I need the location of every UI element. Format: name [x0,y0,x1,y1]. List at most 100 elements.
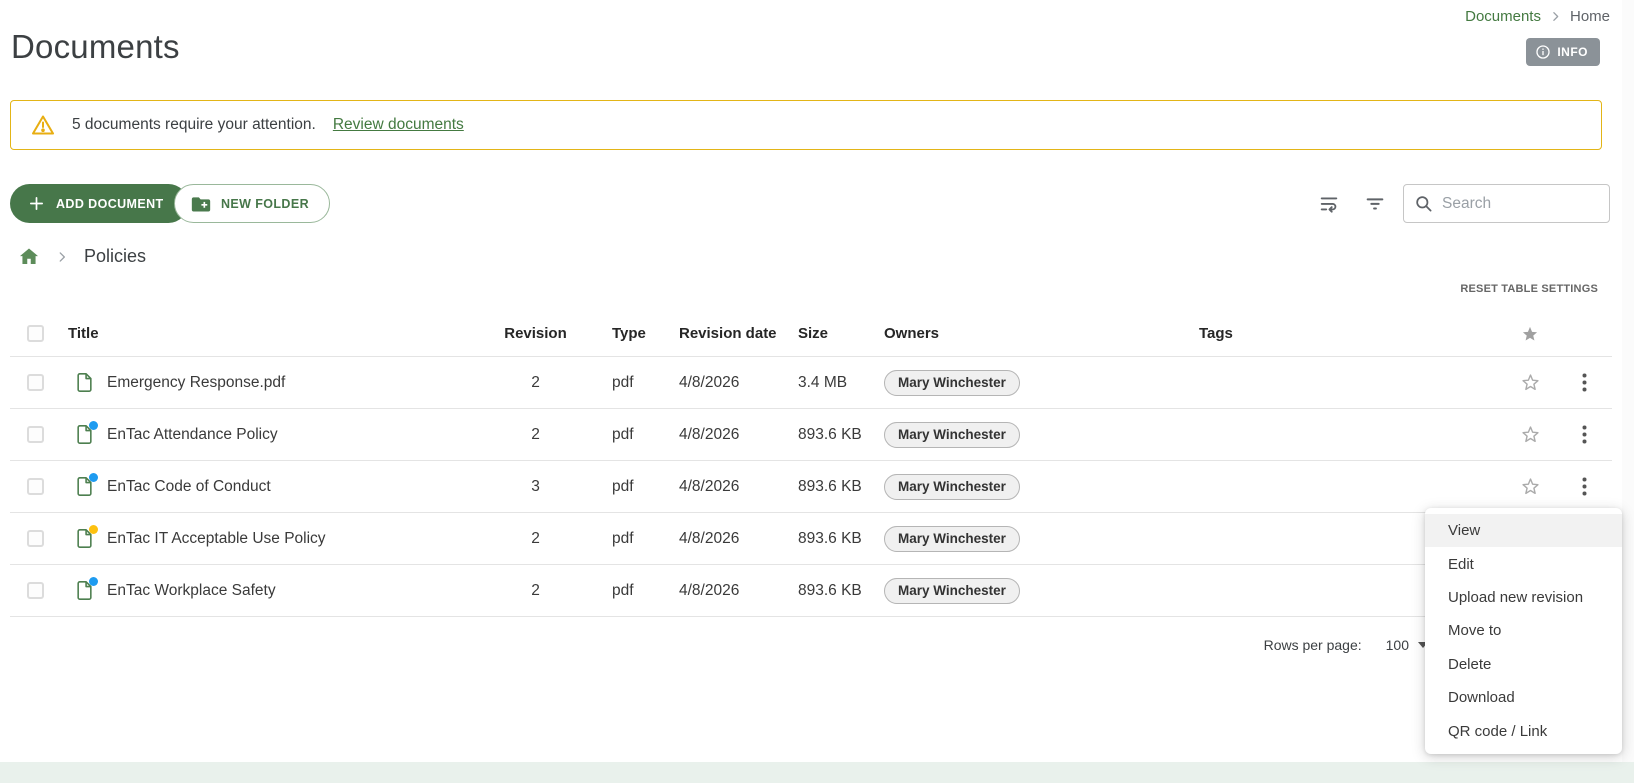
revision-cell: 3 [488,478,583,496]
column-header-favorite[interactable] [1504,324,1556,344]
table-row: EnTac Attendance Policy 2 pdf 4/8/2026 8… [10,409,1612,461]
info-icon [1535,44,1551,60]
menu-item-edit[interactable]: Edit [1425,547,1622,580]
new-folder-label: NEW FOLDER [221,197,309,211]
column-header-owners[interactable]: Owners [864,325,1180,342]
favorite-button[interactable] [1516,368,1545,397]
row-checkbox[interactable] [27,374,44,391]
owner-chip[interactable]: Mary Winchester [884,578,1020,604]
column-header-title[interactable]: Title [58,325,488,342]
chevron-right-icon [1549,10,1562,23]
folder-plus-icon [191,195,211,213]
document-title[interactable]: EnTac Attendance Policy [107,426,278,444]
kebab-icon [1582,373,1587,392]
wrap-text-toggle-button[interactable] [1312,186,1346,220]
menu-item-move-to[interactable]: Move to [1425,614,1622,647]
file-icon [75,528,94,549]
menu-item-upload-new-revision[interactable]: Upload new revision [1425,581,1622,614]
file-icon [75,424,94,445]
star-outline-icon [1520,476,1541,497]
favorite-button[interactable] [1516,472,1545,501]
size-cell: 893.6 KB [778,478,864,496]
home-icon[interactable] [18,246,40,267]
table-footer: Rows per page: 100 [10,617,1612,673]
revision-cell: 2 [488,426,583,444]
star-outline-icon [1520,424,1541,445]
column-header-size[interactable]: Size [778,325,864,342]
row-menu-button[interactable] [1578,421,1591,448]
rows-per-page-value: 100 [1386,637,1409,653]
owner-chip[interactable]: Mary Winchester [884,526,1020,552]
documents-table: Title Revision Type Revision date Size O… [10,311,1612,673]
star-outline-icon [1520,372,1541,393]
rows-per-page-label: Rows per page: [1264,637,1362,653]
wrap-text-icon [1318,192,1340,214]
menu-item-download[interactable]: Download [1425,681,1622,714]
table-row: Emergency Response.pdf 2 pdf 4/8/2026 3.… [10,357,1612,409]
column-header-revision-date[interactable]: Revision date [658,325,778,342]
search-icon [1414,194,1433,213]
row-checkbox[interactable] [27,582,44,599]
column-header-revision[interactable]: Revision [488,325,583,342]
revision-cell: 2 [488,582,583,600]
owner-chip[interactable]: Mary Winchester [884,474,1020,500]
page-title: Documents [11,28,180,66]
warning-icon [31,114,55,136]
review-documents-link[interactable]: Review documents [333,116,464,134]
column-header-type[interactable]: Type [583,325,658,342]
type-cell: pdf [583,582,658,600]
revision-date-cell: 4/8/2026 [658,530,778,548]
page-background-band [0,762,1634,783]
owner-chip[interactable]: Mary Winchester [884,422,1020,448]
new-folder-button[interactable]: NEW FOLDER [174,184,330,223]
reset-table-settings-button[interactable]: RESET TABLE SETTINGS [1460,283,1598,295]
search-input[interactable] [1442,195,1599,213]
filter-icon [1364,192,1386,214]
breadcrumb-home: Home [1570,8,1610,25]
kebab-icon [1582,477,1587,496]
info-button-label: INFO [1557,45,1588,59]
document-title[interactable]: EnTac Code of Conduct [107,478,271,496]
select-all-checkbox[interactable] [27,325,44,342]
file-icon [75,580,94,601]
menu-item-delete[interactable]: Delete [1425,648,1622,681]
page-right-gutter [1622,0,1634,762]
revision-cell: 2 [488,374,583,392]
type-cell: pdf [583,374,658,392]
row-context-menu: View Edit Upload new revision Move to De… [1425,508,1622,754]
search-box [1403,184,1610,223]
revision-date-cell: 4/8/2026 [658,426,778,444]
menu-item-qr-code-link[interactable]: QR code / Link [1425,714,1622,747]
attention-banner: 5 documents require your attention. Revi… [10,100,1602,150]
table-row: EnTac Code of Conduct 3 pdf 4/8/2026 893… [10,461,1612,513]
row-checkbox[interactable] [27,478,44,495]
breadcrumb-documents-link[interactable]: Documents [1465,8,1541,25]
row-menu-button[interactable] [1578,369,1591,396]
folder-breadcrumb-current: Policies [84,246,146,267]
add-document-label: ADD DOCUMENT [56,197,164,211]
row-checkbox[interactable] [27,530,44,547]
type-cell: pdf [583,426,658,444]
favorite-button[interactable] [1516,420,1545,449]
folder-breadcrumb: Policies [18,246,146,267]
column-header-tags[interactable]: Tags [1180,325,1504,342]
info-button[interactable]: INFO [1526,38,1600,66]
type-cell: pdf [583,530,658,548]
add-document-button[interactable]: ADD DOCUMENT [10,184,188,223]
owner-chip[interactable]: Mary Winchester [884,370,1020,396]
size-cell: 893.6 KB [778,530,864,548]
row-menu-button[interactable] [1578,473,1591,500]
revision-date-cell: 4/8/2026 [658,478,778,496]
star-filled-icon [1520,324,1540,344]
filter-button[interactable] [1358,186,1392,220]
revision-date-cell: 4/8/2026 [658,374,778,392]
row-checkbox[interactable] [27,426,44,443]
size-cell: 893.6 KB [778,582,864,600]
chevron-right-icon [55,250,69,264]
table-row: EnTac Workplace Safety 2 pdf 4/8/2026 89… [10,565,1612,617]
document-title[interactable]: Emergency Response.pdf [107,374,285,392]
document-title[interactable]: EnTac IT Acceptable Use Policy [107,530,326,548]
document-title[interactable]: EnTac Workplace Safety [107,582,276,600]
rows-per-page-select[interactable]: 100 [1386,637,1428,653]
menu-item-view[interactable]: View [1425,514,1622,547]
